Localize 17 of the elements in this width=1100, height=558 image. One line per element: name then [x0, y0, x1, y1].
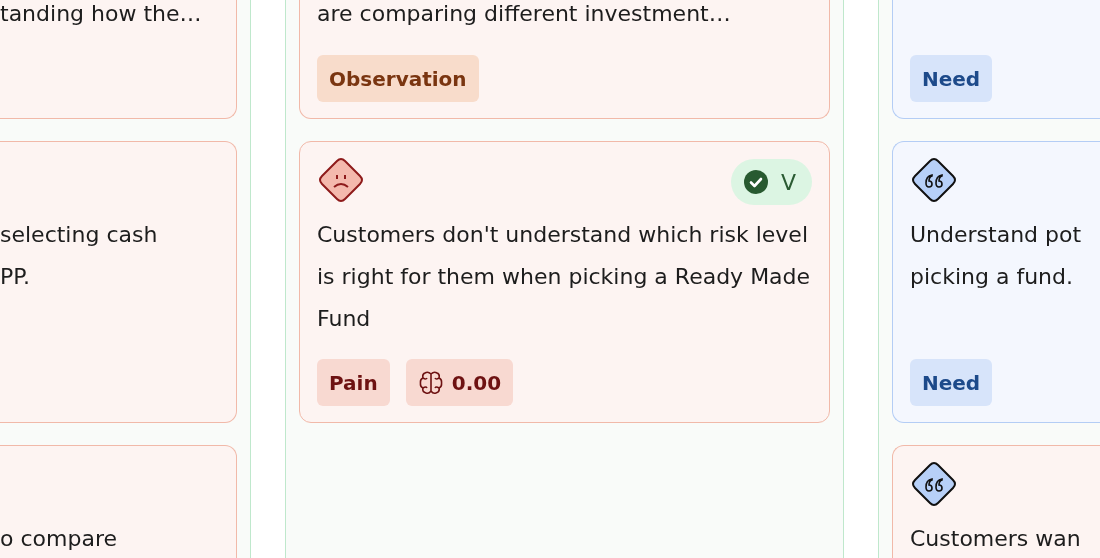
verified-badge: V	[730, 159, 812, 205]
card-text: tanding how the…	[0, 0, 203, 28]
quote-icon	[910, 156, 958, 204]
card-text: Customers don't understand which risk level is right for them when picking a Ready Made Fund	[317, 221, 812, 333]
category-tag: Need	[910, 359, 993, 406]
score-tag: 0.00	[405, 359, 514, 406]
category-tag: Observation	[317, 55, 479, 102]
quote-icon	[910, 460, 958, 508]
card-text: are comparing different investment…	[317, 0, 732, 28]
card-text: Understand pot picking a fund.	[910, 221, 1083, 291]
category-tag: Pain	[317, 359, 390, 406]
card-text: selecting cash PP.	[0, 221, 159, 291]
category-tag: Need	[910, 55, 993, 102]
sad-face-icon	[317, 156, 365, 204]
card-text: Customers wan	[910, 525, 1082, 553]
card-text: o compare	[0, 525, 118, 553]
brain-icon	[417, 369, 444, 396]
